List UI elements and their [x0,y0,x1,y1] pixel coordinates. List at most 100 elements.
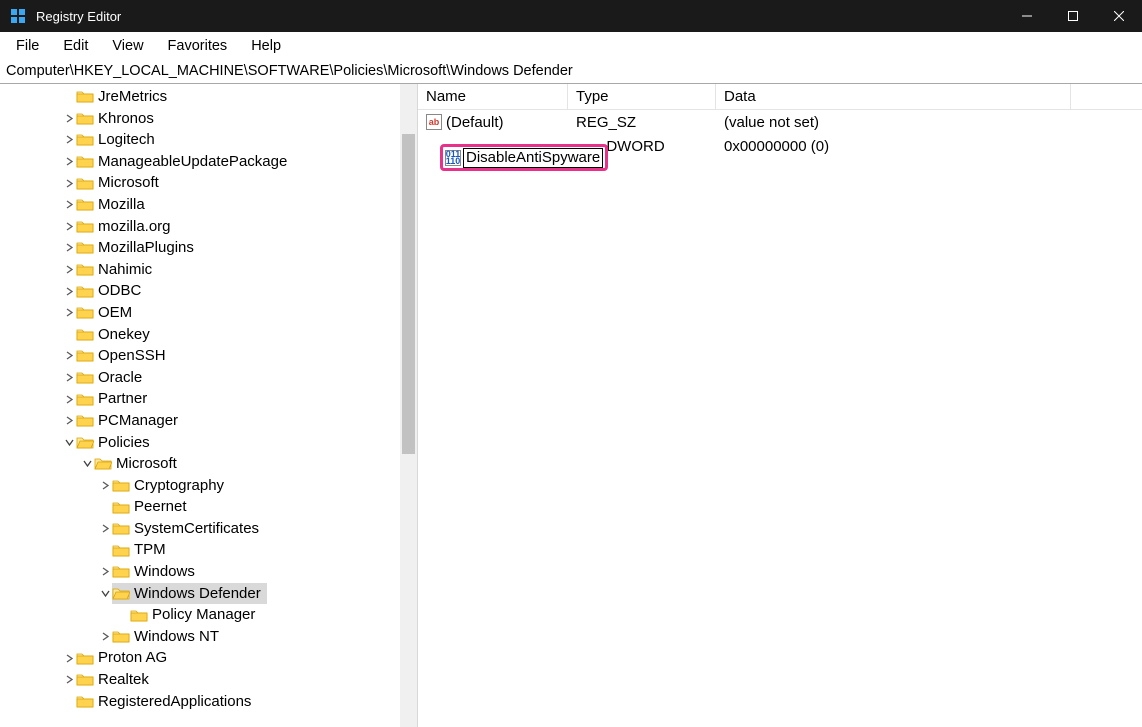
column-type[interactable]: Type [568,84,716,109]
window-title: Registry Editor [36,9,121,24]
tree-item[interactable]: Policy Manager [0,604,417,626]
chevron-right-icon[interactable] [62,200,76,209]
tree-item[interactable]: Partner [0,388,417,410]
tree-item[interactable]: Proton AG [0,647,417,669]
tree-item[interactable]: OEM [0,302,417,324]
tree-item-label: Policy Manager [152,604,255,626]
tree-item[interactable]: JreMetrics [0,86,417,108]
address-bar[interactable]: Computer\HKEY_LOCAL_MACHINE\SOFTWARE\Pol… [0,59,1142,84]
value-row[interactable]: 011110 _DWORD 0x00000000 (0) [418,134,1142,158]
folder-icon [76,284,94,299]
value-row[interactable]: ab (Default) REG_SZ (value not set) [418,110,1142,134]
chevron-right-icon[interactable] [62,135,76,144]
folder-icon [112,629,130,644]
registry-values-pane[interactable]: Name Type Data ab (Default) REG_SZ (valu… [418,84,1142,727]
tree-item[interactable]: Realtek [0,669,417,691]
tree-item[interactable]: Windows Defender [0,583,417,605]
tree-item[interactable]: RegisteredApplications [0,691,417,713]
folder-icon [76,327,94,342]
tree-item[interactable]: Onekey [0,324,417,346]
chevron-right-icon[interactable] [62,308,76,317]
tree-item[interactable]: mozilla.org [0,216,417,238]
tree-item[interactable]: Microsoft [0,453,417,475]
menu-favorites[interactable]: Favorites [156,35,240,57]
tree-item[interactable]: Windows NT [0,626,417,648]
tree-item-label: Microsoft [116,453,177,475]
chevron-right-icon[interactable] [62,179,76,188]
tree-item-label: Partner [98,388,147,410]
tree-item[interactable]: OpenSSH [0,345,417,367]
tree-item-label: MozillaPlugins [98,237,194,259]
tree-item-label: ManageableUpdatePackage [98,151,287,173]
maximize-button[interactable] [1050,0,1096,32]
chevron-right-icon[interactable] [62,157,76,166]
folder-icon [94,456,112,471]
tree-item[interactable]: Nahimic [0,259,417,281]
list-header: Name Type Data [418,84,1142,110]
chevron-right-icon[interactable] [62,351,76,360]
chevron-right-icon[interactable] [62,654,76,663]
address-text: Computer\HKEY_LOCAL_MACHINE\SOFTWARE\Pol… [6,63,573,79]
value-data: (value not set) [716,114,1142,131]
tree-item[interactable]: Microsoft [0,172,417,194]
tree-item[interactable]: ODBC [0,280,417,302]
value-rename-input[interactable] [463,148,603,168]
chevron-right-icon[interactable] [62,675,76,684]
chevron-right-icon[interactable] [98,567,112,576]
menu-view[interactable]: View [100,35,155,57]
chevron-right-icon[interactable] [62,243,76,252]
column-data[interactable]: Data [716,84,1071,109]
menu-help[interactable]: Help [239,35,293,57]
tree-item[interactable]: ManageableUpdatePackage [0,151,417,173]
registry-tree-pane[interactable]: JreMetricsKhronosLogitechManageableUpdat… [0,84,418,727]
chevron-right-icon[interactable] [62,265,76,274]
tree-item[interactable]: MozillaPlugins [0,237,417,259]
tree-item-label: PCManager [98,410,178,432]
chevron-right-icon[interactable] [62,416,76,425]
tree-item-label: Mozilla [98,194,145,216]
folder-icon [112,586,130,601]
minimize-button[interactable] [1004,0,1050,32]
folder-icon [76,672,94,687]
tree-scrollbar-thumb[interactable] [402,134,415,454]
tree-item[interactable]: Khronos [0,108,417,130]
tree-item[interactable]: Peernet [0,496,417,518]
folder-icon [112,564,130,579]
tree-item-label: Windows [134,561,195,583]
tree-item[interactable]: Policies [0,432,417,454]
column-name[interactable]: Name [418,84,568,109]
tree-item-label: Khronos [98,108,154,130]
tree-item[interactable]: Windows [0,561,417,583]
tree-item[interactable]: Logitech [0,129,417,151]
tree-item[interactable]: Mozilla [0,194,417,216]
tree-item-label: Oracle [98,367,142,389]
tree-item[interactable]: SystemCertificates [0,518,417,540]
chevron-right-icon[interactable] [62,395,76,404]
tree-item[interactable]: Cryptography [0,475,417,497]
folder-icon [76,392,94,407]
tree-item-label: Nahimic [98,259,152,281]
chevron-down-icon[interactable] [98,589,112,598]
tree-item-label: Onekey [98,324,150,346]
tree-item[interactable]: Oracle [0,367,417,389]
chevron-right-icon[interactable] [62,373,76,382]
folder-icon [76,176,94,191]
chevron-down-icon[interactable] [80,459,94,468]
menu-edit[interactable]: Edit [51,35,100,57]
menu-file[interactable]: File [4,35,51,57]
chevron-right-icon[interactable] [62,287,76,296]
chevron-down-icon[interactable] [62,438,76,447]
tree-scrollbar[interactable] [400,84,417,727]
tree-item[interactable]: TPM [0,539,417,561]
chevron-right-icon[interactable] [98,632,112,641]
folder-icon [76,240,94,255]
value-data: 0x00000000 (0) [716,138,1142,155]
chevron-right-icon[interactable] [62,222,76,231]
chevron-right-icon[interactable] [98,481,112,490]
close-button[interactable] [1096,0,1142,32]
chevron-right-icon[interactable] [98,524,112,533]
folder-icon [76,435,94,450]
folder-icon [112,478,130,493]
tree-item[interactable]: PCManager [0,410,417,432]
chevron-right-icon[interactable] [62,114,76,123]
